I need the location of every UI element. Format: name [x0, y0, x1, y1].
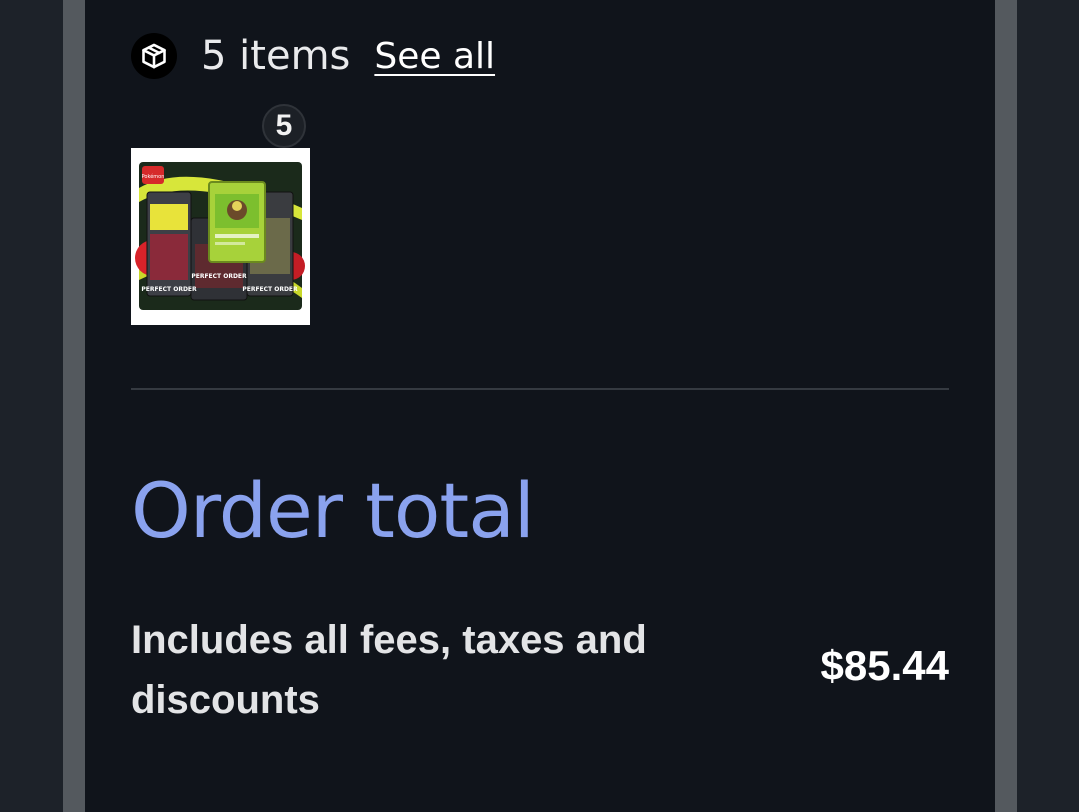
- package-icon: [131, 33, 177, 79]
- scrollbar[interactable]: [995, 0, 1017, 812]
- product-brand-label: Pokémon: [142, 173, 165, 180]
- quantity-badge: 5: [262, 104, 306, 148]
- pack-label-center: PERFECT ORDER: [191, 273, 247, 280]
- pack-label-left: PERFECT ORDER: [141, 286, 197, 293]
- pack-label-right: PERFECT ORDER: [242, 286, 298, 293]
- product-image: Pokémon PERFECT ORDER PERFECT ORDER PERF…: [131, 148, 310, 325]
- order-total-description: Includes all fees, taxes and discounts: [131, 618, 647, 722]
- items-count: 5 items: [201, 33, 351, 79]
- product-thumbnail[interactable]: Pokémon PERFECT ORDER PERFECT ORDER PERF…: [131, 148, 310, 325]
- section-divider: [131, 388, 949, 390]
- left-border: [63, 0, 85, 812]
- items-summary: 5 items See all: [131, 33, 495, 79]
- see-all-link[interactable]: See all: [374, 36, 495, 77]
- order-total-heading: Order total: [131, 466, 535, 555]
- order-total-amount: $85.44: [820, 642, 949, 689]
